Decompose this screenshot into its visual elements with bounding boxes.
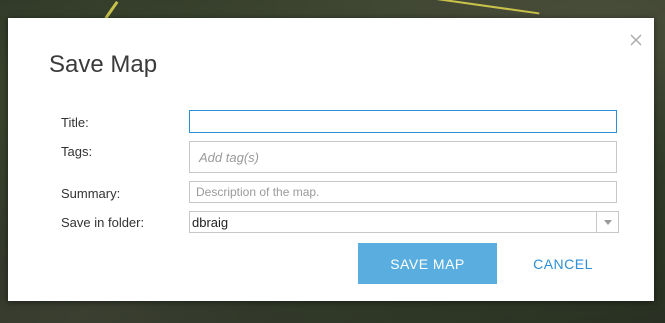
save-map-dialog: Save Map Title: Tags: Add tag(s) Summary…: [8, 18, 654, 301]
title-label: Title:: [61, 115, 89, 130]
dialog-title: Save Map: [49, 51, 158, 78]
chevron-down-icon[interactable]: [596, 212, 618, 232]
tags-label: Tags:: [61, 144, 93, 159]
folder-select[interactable]: dbraig: [189, 211, 619, 233]
map-road: [390, 0, 540, 15]
tags-placeholder: Add tag(s): [199, 150, 259, 165]
folder-select-value: dbraig: [192, 215, 229, 230]
folder-label: Save in folder:: [61, 215, 145, 230]
map-road: [104, 0, 119, 20]
title-input[interactable]: [189, 110, 617, 133]
tags-input[interactable]: Add tag(s): [189, 141, 617, 173]
summary-input[interactable]: [189, 181, 617, 203]
cancel-button[interactable]: CANCEL: [513, 243, 613, 284]
summary-label: Summary:: [61, 186, 121, 201]
close-icon[interactable]: [624, 28, 648, 52]
save-map-button[interactable]: SAVE MAP: [358, 243, 497, 284]
